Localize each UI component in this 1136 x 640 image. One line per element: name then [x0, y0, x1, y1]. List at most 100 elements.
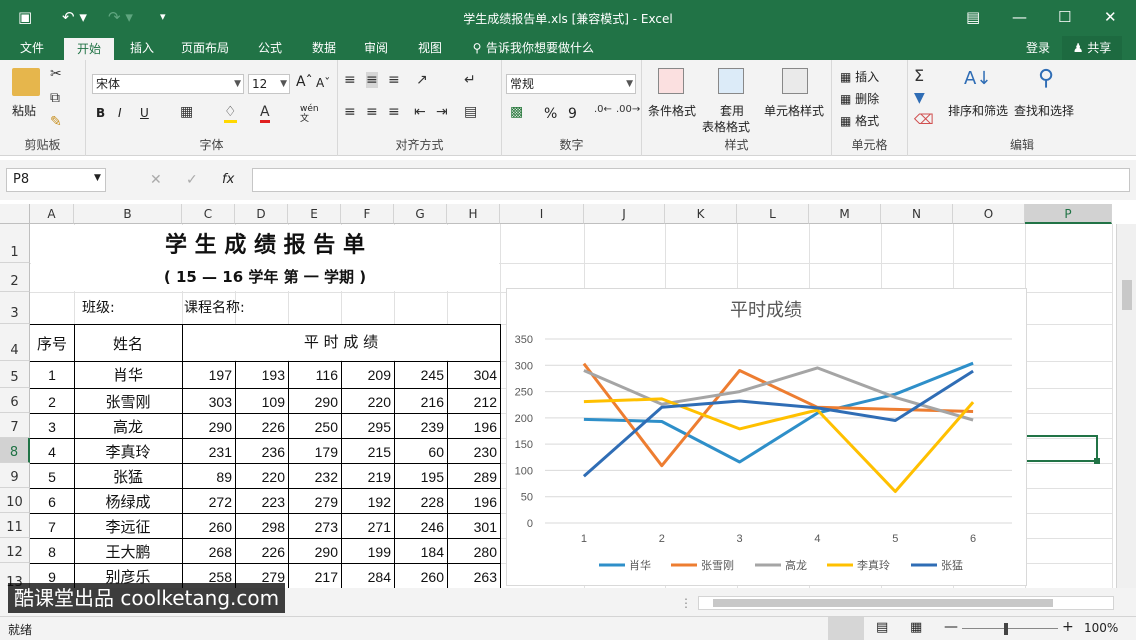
column-header[interactable]: H: [447, 204, 500, 224]
decrease-indent-icon[interactable]: ⇤: [414, 104, 426, 120]
score-cell[interactable]: 209: [341, 363, 394, 387]
score-cell[interactable]: 217: [288, 565, 341, 588]
fill-color-icon[interactable]: ♢: [224, 104, 237, 123]
column-header[interactable]: P: [1025, 204, 1112, 224]
score-cell[interactable]: 280: [447, 540, 500, 564]
tab-home[interactable]: 开始: [64, 38, 114, 60]
cell-styles-button[interactable]: 单元格样式: [764, 102, 824, 119]
score-cell[interactable]: 199: [341, 540, 394, 564]
enter-icon[interactable]: ✓: [186, 172, 198, 188]
score-cell[interactable]: 301: [447, 515, 500, 539]
column-header[interactable]: J: [584, 204, 665, 224]
student-no[interactable]: 6: [30, 490, 74, 514]
score-cell[interactable]: 263: [447, 565, 500, 588]
name-box[interactable]: P8: [6, 168, 106, 192]
format-table-line2[interactable]: 表格格式: [702, 118, 750, 135]
score-cell[interactable]: 116: [288, 363, 341, 387]
maximize-icon[interactable]: ☐: [1058, 8, 1071, 26]
find-select-icon[interactable]: ⚲: [1038, 66, 1054, 91]
row-header[interactable]: 2: [0, 263, 30, 292]
font-size-select[interactable]: 12 ▼: [248, 74, 290, 94]
normal-view-icon[interactable]: [828, 617, 864, 640]
score-cell[interactable]: 273: [288, 515, 341, 539]
score-cell[interactable]: 279: [288, 490, 341, 514]
format-table-icon[interactable]: [718, 68, 744, 94]
student-no[interactable]: 7: [30, 515, 74, 539]
cut-icon[interactable]: ✂: [50, 66, 62, 82]
column-header[interactable]: O: [953, 204, 1025, 224]
name-header[interactable]: 姓名: [74, 332, 182, 356]
student-name[interactable]: 肖华: [74, 363, 182, 387]
format-painter-icon[interactable]: ✎: [50, 114, 62, 130]
cancel-icon[interactable]: ✕: [150, 172, 162, 188]
tab-page-layout[interactable]: 页面布局: [172, 36, 238, 60]
score-cell[interactable]: 295: [341, 415, 394, 439]
score-cell[interactable]: 226: [235, 415, 288, 439]
ribbon-display-icon[interactable]: ▤: [966, 8, 980, 26]
conditional-format-icon[interactable]: [658, 68, 684, 94]
class-label[interactable]: 班级:: [74, 296, 182, 320]
score-cell[interactable]: 268: [182, 540, 235, 564]
score-cell[interactable]: 272: [182, 490, 235, 514]
select-all-corner[interactable]: [0, 204, 30, 224]
student-name[interactable]: 张雪刚: [74, 390, 182, 414]
number-format-select[interactable]: 常规 ▼: [506, 74, 636, 94]
formula-input[interactable]: [252, 168, 1130, 192]
horizontal-scrollbar[interactable]: [698, 596, 1114, 610]
vertical-scroll-thumb[interactable]: [1122, 280, 1132, 310]
comma-button[interactable]: 9: [568, 106, 577, 122]
score-cell[interactable]: 223: [235, 490, 288, 514]
student-name[interactable]: 李真玲: [74, 440, 182, 464]
italic-button[interactable]: I: [118, 106, 122, 120]
paste-icon[interactable]: [12, 68, 40, 96]
close-icon[interactable]: ✕: [1104, 8, 1117, 26]
score-cell[interactable]: 196: [447, 415, 500, 439]
student-no[interactable]: 5: [30, 465, 74, 489]
tab-data[interactable]: 数据: [304, 36, 344, 60]
bold-button[interactable]: B: [96, 106, 105, 120]
fill-icon[interactable]: ▼: [914, 90, 925, 106]
score-cell[interactable]: 290: [182, 415, 235, 439]
score-cell[interactable]: 219: [341, 465, 394, 489]
row-header[interactable]: 4: [0, 324, 30, 361]
align-right-icon[interactable]: ≡: [388, 104, 400, 120]
delete-cells-button[interactable]: ▦ 删除: [840, 90, 879, 107]
clear-icon[interactable]: ⌫: [914, 112, 934, 128]
find-select-button[interactable]: 查找和选择: [1014, 102, 1074, 119]
student-no[interactable]: 4: [30, 440, 74, 464]
zoom-slider-thumb[interactable]: [1004, 623, 1008, 635]
column-header[interactable]: C: [182, 204, 235, 224]
align-left-icon[interactable]: ≡: [344, 104, 356, 120]
column-header[interactable]: B: [74, 204, 182, 224]
score-cell[interactable]: 220: [341, 390, 394, 414]
seq-header[interactable]: 序号: [30, 332, 74, 356]
row-header[interactable]: 3: [0, 292, 30, 324]
score-cell[interactable]: 298: [235, 515, 288, 539]
score-cell[interactable]: 260: [182, 515, 235, 539]
row-header[interactable]: 9: [0, 463, 30, 488]
increase-indent-icon[interactable]: ⇥: [436, 104, 448, 120]
wrap-text-icon[interactable]: ↵: [464, 72, 476, 88]
score-cell[interactable]: 228: [394, 490, 447, 514]
score-cell[interactable]: 289: [447, 465, 500, 489]
tab-view[interactable]: 视图: [410, 36, 450, 60]
format-cells-button[interactable]: ▦ 格式: [840, 112, 879, 129]
score-cell[interactable]: 246: [394, 515, 447, 539]
score-cell[interactable]: 196: [447, 490, 500, 514]
autosum-icon[interactable]: Σ: [914, 66, 924, 85]
column-header[interactable]: M: [809, 204, 881, 224]
page-layout-view-icon[interactable]: ▤: [876, 620, 888, 635]
row-header[interactable]: 11: [0, 513, 30, 538]
line-chart[interactable]: 平时成绩 0 50 100 150 200 250 300 350 1 2 3 4 5 6 肖华 张雪刚 高龙 李真…: [506, 288, 1027, 586]
minimize-icon[interactable]: —: [1012, 8, 1027, 26]
column-header[interactable]: A: [30, 204, 74, 224]
score-cell[interactable]: 239: [394, 415, 447, 439]
student-no[interactable]: 2: [30, 390, 74, 414]
tab-review[interactable]: 审阅: [356, 36, 396, 60]
score-cell[interactable]: 232: [288, 465, 341, 489]
fill-handle[interactable]: [1094, 458, 1100, 464]
student-name[interactable]: 张猛: [74, 465, 182, 489]
scores-header[interactable]: 平 时 成 绩: [182, 330, 500, 354]
score-cell[interactable]: 195: [394, 465, 447, 489]
worksheet[interactable]: ABCDEFGHIJKLMNOP 1 2 3 4 5 6 7 8 9 10 11 12 13 学 生 成…: [0, 204, 1136, 588]
